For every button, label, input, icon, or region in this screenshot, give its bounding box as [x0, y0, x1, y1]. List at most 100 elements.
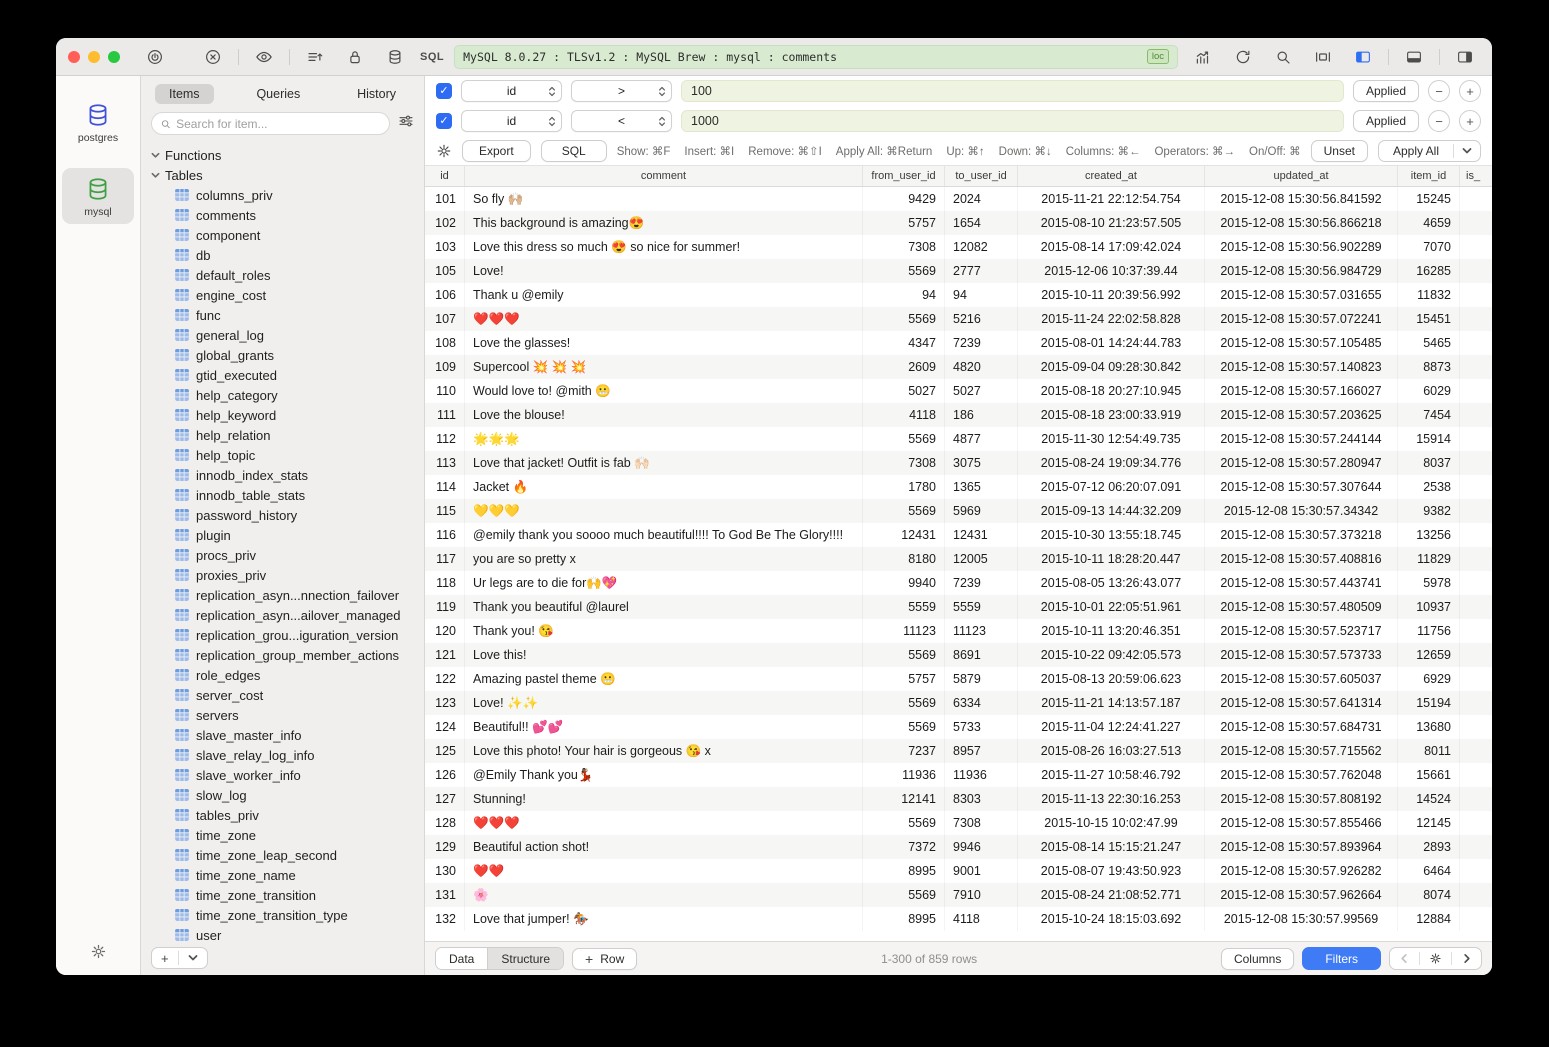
cell-updated-at[interactable]: 2015-12-08 15:30:57.031655 — [1205, 283, 1398, 307]
cell-updated-at[interactable]: 2015-12-08 15:30:56.984729 — [1205, 259, 1398, 283]
sidebar-table-item[interactable]: replication_grou...iguration_version — [151, 625, 424, 645]
cell-created-at[interactable]: 2015-08-26 16:03:27.513 — [1018, 739, 1205, 763]
cell-from-user-id[interactable]: 4347 — [863, 331, 945, 355]
sidebar-table-item[interactable]: component — [151, 225, 424, 245]
cell-to-user-id[interactable]: 2024 — [945, 187, 1018, 211]
cell-id[interactable]: 110 — [425, 379, 465, 403]
cell-from-user-id[interactable]: 9429 — [863, 187, 945, 211]
filter-applied-button[interactable]: Applied — [1353, 110, 1419, 132]
cell-comment[interactable]: Love the glasses! — [465, 331, 863, 355]
cell-to-user-id[interactable]: 8691 — [945, 643, 1018, 667]
table-row[interactable]: 105Love!556927772015-12-06 10:37:39.4420… — [425, 259, 1492, 283]
table-row[interactable]: 130❤️❤️899590012015-08-07 19:43:50.92320… — [425, 859, 1492, 883]
cell-updated-at[interactable]: 2015-12-08 15:30:57.203625 — [1205, 403, 1398, 427]
sidebar-table-item[interactable]: global_grants — [151, 345, 424, 365]
column-header-id[interactable]: id — [425, 166, 465, 186]
cell-id[interactable]: 114 — [425, 475, 465, 499]
sidebar-table-item[interactable]: general_log — [151, 325, 424, 345]
cell-created-at[interactable]: 2015-08-18 20:27:10.945 — [1018, 379, 1205, 403]
sidebar-table-item[interactable]: time_zone_name — [151, 865, 424, 885]
cell-is[interactable] — [1460, 691, 1492, 715]
cell-to-user-id[interactable]: 11936 — [945, 763, 1018, 787]
remove-filter-button[interactable]: − — [1428, 110, 1450, 132]
sidebar-table-item[interactable]: slave_master_info — [151, 725, 424, 745]
cell-is[interactable] — [1460, 379, 1492, 403]
cell-updated-at[interactable]: 2015-12-08 15:30:57.244144 — [1205, 427, 1398, 451]
cell-id[interactable]: 130 — [425, 859, 465, 883]
cell-comment[interactable]: Love this dress so much 😍 so nice for su… — [465, 235, 863, 259]
cell-updated-at[interactable]: 2015-12-08 15:30:57.140823 — [1205, 355, 1398, 379]
cell-item-id[interactable]: 8074 — [1398, 883, 1460, 907]
table-row[interactable]: 115💛💛💛556959692015-09-13 14:44:32.209201… — [425, 499, 1492, 523]
table-row[interactable]: 112🌟🌟🌟556948772015-11-30 12:54:49.735201… — [425, 427, 1492, 451]
cell-created-at[interactable]: 2015-12-06 10:37:39.44 — [1018, 259, 1205, 283]
cell-to-user-id[interactable]: 5969 — [945, 499, 1018, 523]
cell-item-id[interactable]: 15914 — [1398, 427, 1460, 451]
toggle-bottom-panel-icon[interactable] — [1399, 45, 1429, 69]
cell-id[interactable]: 108 — [425, 331, 465, 355]
cell-updated-at[interactable]: 2015-12-08 15:30:56.841592 — [1205, 187, 1398, 211]
table-row[interactable]: 117you are so pretty x8180120052015-10-1… — [425, 547, 1492, 571]
cell-from-user-id[interactable]: 5569 — [863, 259, 945, 283]
cell-to-user-id[interactable]: 7910 — [945, 883, 1018, 907]
cell-is[interactable] — [1460, 499, 1492, 523]
table-row[interactable]: 114Jacket 🔥178013652015-07-12 06:20:07.0… — [425, 475, 1492, 499]
cell-from-user-id[interactable]: 5569 — [863, 427, 945, 451]
table-settings-gear-icon[interactable] — [1420, 948, 1451, 969]
cell-id[interactable]: 109 — [425, 355, 465, 379]
cell-item-id[interactable]: 11756 — [1398, 619, 1460, 643]
cell-updated-at[interactable]: 2015-12-08 15:30:57.523717 — [1205, 619, 1398, 643]
table-row[interactable]: 126@Emily Thank you💃🏾11936119362015-11-2… — [425, 763, 1492, 787]
cell-id[interactable]: 132 — [425, 907, 465, 931]
cell-created-at[interactable]: 2015-08-05 13:26:43.077 — [1018, 571, 1205, 595]
export-button[interactable]: Export — [462, 140, 531, 162]
cell-updated-at[interactable]: 2015-12-08 15:30:56.866218 — [1205, 211, 1398, 235]
cell-created-at[interactable]: 2015-08-24 21:08:52.771 — [1018, 883, 1205, 907]
cell-created-at[interactable]: 2015-10-15 10:02:47.99 — [1018, 811, 1205, 835]
cell-is[interactable] — [1460, 355, 1492, 379]
filter-tune-icon[interactable] — [398, 113, 414, 134]
sidebar-table-item[interactable]: time_zone_leap_second — [151, 845, 424, 865]
database-icon[interactable] — [380, 45, 410, 69]
cell-from-user-id[interactable]: 7308 — [863, 451, 945, 475]
cell-item-id[interactable]: 11832 — [1398, 283, 1460, 307]
cell-to-user-id[interactable]: 186 — [945, 403, 1018, 427]
tab-data[interactable]: Data — [436, 948, 488, 969]
cell-item-id[interactable]: 4659 — [1398, 211, 1460, 235]
cell-comment[interactable]: Love! — [465, 259, 863, 283]
cell-id[interactable]: 119 — [425, 595, 465, 619]
cell-to-user-id[interactable]: 94 — [945, 283, 1018, 307]
cell-from-user-id[interactable]: 8180 — [863, 547, 945, 571]
filter-enabled-checkbox[interactable]: ✓ — [436, 83, 452, 99]
cell-is[interactable] — [1460, 595, 1492, 619]
cell-from-user-id[interactable]: 5569 — [863, 307, 945, 331]
cell-item-id[interactable]: 13256 — [1398, 523, 1460, 547]
table-row[interactable]: 124Beautiful!! 💕💕556957332015-11-04 12:2… — [425, 715, 1492, 739]
cell-updated-at[interactable]: 2015-12-08 15:30:57.926282 — [1205, 859, 1398, 883]
cell-comment[interactable]: Love this photo! Your hair is gorgeous 😘… — [465, 739, 863, 763]
cell-created-at[interactable]: 2015-11-04 12:24:41.227 — [1018, 715, 1205, 739]
cell-created-at[interactable]: 2015-09-13 14:44:32.209 — [1018, 499, 1205, 523]
cell-to-user-id[interactable]: 5027 — [945, 379, 1018, 403]
cell-comment[interactable]: @emily thank you soooo much beautiful!!!… — [465, 523, 863, 547]
unset-button[interactable]: Unset — [1311, 140, 1368, 162]
connection-mysql[interactable]: mysql — [62, 168, 134, 224]
table-row[interactable]: 131🌸556979102015-08-24 21:08:52.7712015-… — [425, 883, 1492, 907]
table-row[interactable]: 122Amazing pastel theme 😬575758792015-08… — [425, 667, 1492, 691]
cell-comment[interactable]: 🌸 — [465, 883, 863, 907]
cell-id[interactable]: 116 — [425, 523, 465, 547]
zoom-window-button[interactable] — [108, 51, 120, 63]
sidebar-table-item[interactable]: replication_asyn...nnection_failover — [151, 585, 424, 605]
cell-created-at[interactable]: 2015-08-07 19:43:50.923 — [1018, 859, 1205, 883]
cell-updated-at[interactable]: 2015-12-08 15:30:57.855466 — [1205, 811, 1398, 835]
sidebar-table-item[interactable]: gtid_executed — [151, 365, 424, 385]
cell-to-user-id[interactable]: 12431 — [945, 523, 1018, 547]
table-row[interactable]: 119Thank you beautiful @laurel5559555920… — [425, 595, 1492, 619]
settings-gear-icon[interactable] — [90, 943, 107, 965]
add-filter-button[interactable]: + — [1459, 80, 1481, 102]
connection-icon[interactable] — [140, 45, 170, 69]
cell-id[interactable]: 118 — [425, 571, 465, 595]
cell-created-at[interactable]: 2015-11-30 12:54:49.735 — [1018, 427, 1205, 451]
cell-updated-at[interactable]: 2015-12-08 15:30:57.684731 — [1205, 715, 1398, 739]
item-search[interactable] — [151, 112, 390, 135]
